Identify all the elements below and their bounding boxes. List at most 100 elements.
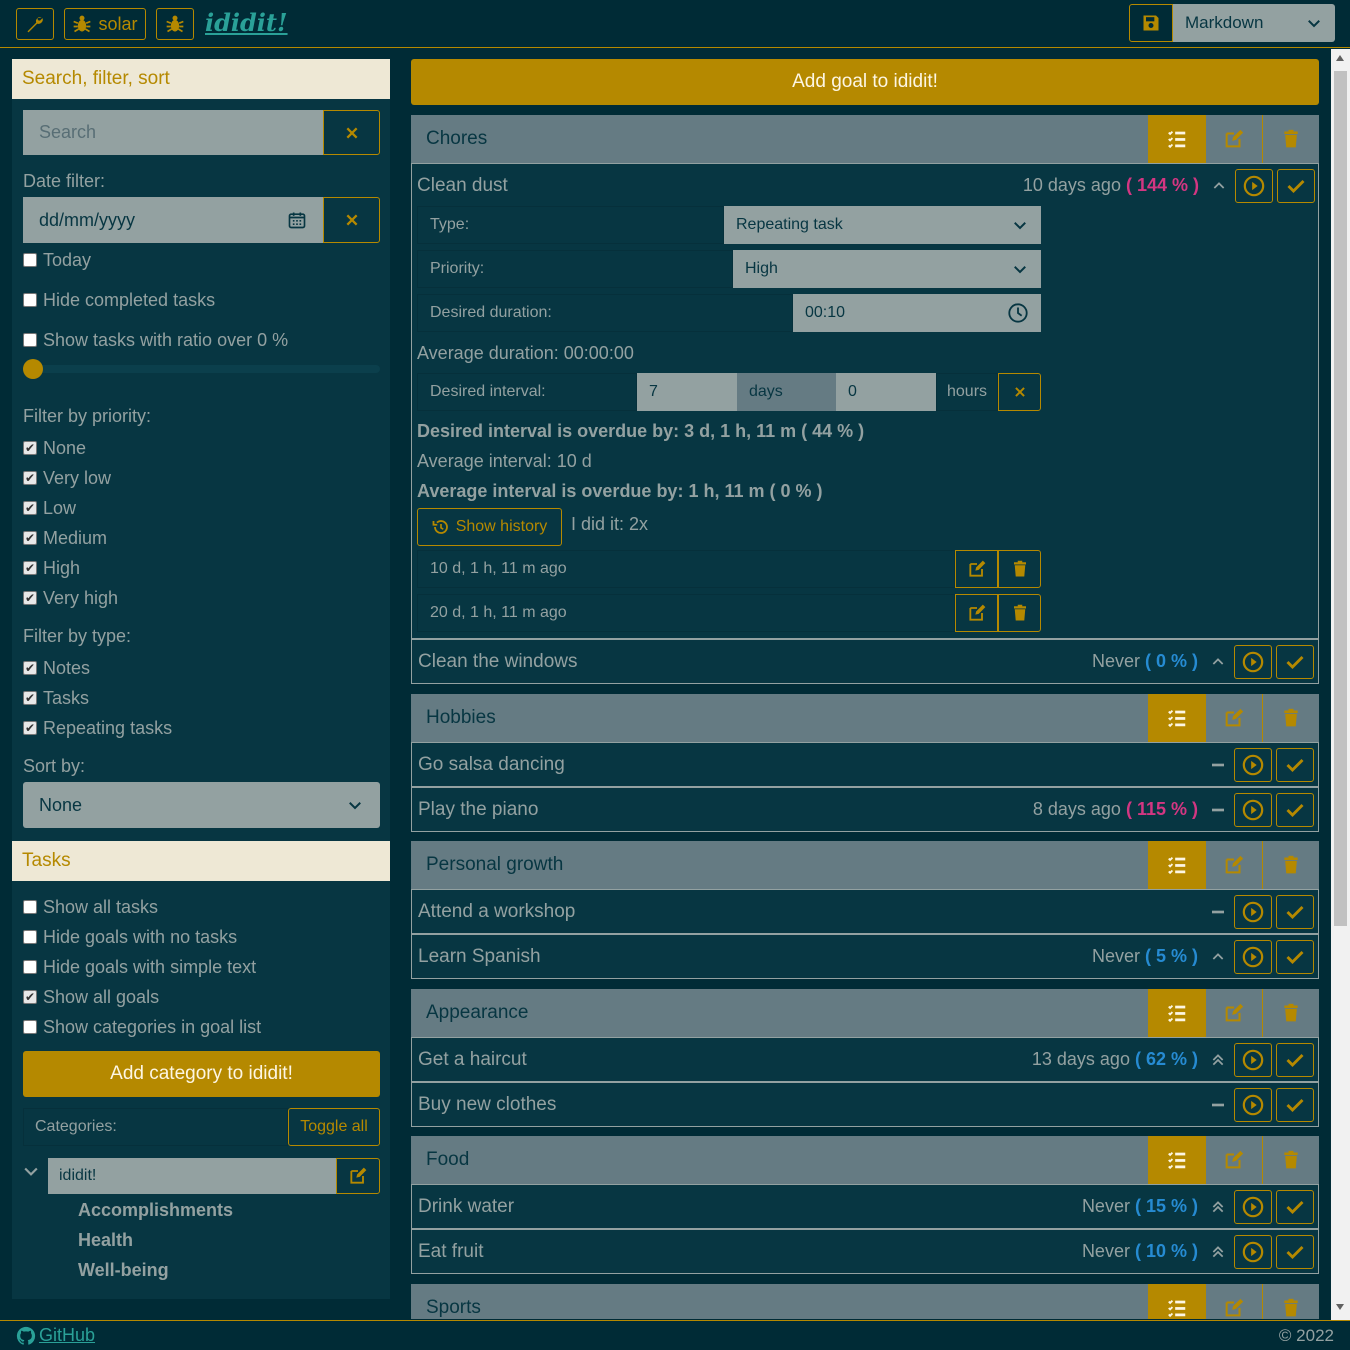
- goal-row-clean-windows[interactable]: Clean the windows Never ( 0 % ): [411, 639, 1319, 684]
- search-input[interactable]: Search: [23, 110, 323, 155]
- goal-row-water[interactable]: Drink water Never ( 15 % ): [411, 1184, 1319, 1229]
- edit-category-button[interactable]: [1205, 989, 1262, 1037]
- goal-row-workshop[interactable]: Attend a workshop: [411, 889, 1319, 934]
- done-button[interactable]: [1276, 1042, 1314, 1077]
- checkbox-box[interactable]: [23, 1020, 37, 1034]
- goal-title[interactable]: Buy new clothes: [418, 1094, 1206, 1116]
- date-filter-input[interactable]: dd/mm/yyyy: [23, 197, 323, 243]
- goal-title[interactable]: Play the piano: [418, 799, 1033, 821]
- goal-title[interactable]: Get a haircut: [418, 1049, 1032, 1071]
- goal-row-haircut[interactable]: Get a haircut 13 days ago ( 62 % ): [411, 1037, 1319, 1082]
- ratio-slider[interactable]: [23, 359, 380, 379]
- delete-category-button[interactable]: [1262, 694, 1319, 742]
- checkbox-box[interactable]: [23, 960, 37, 974]
- done-button[interactable]: [1276, 1087, 1314, 1122]
- delete-category-button[interactable]: [1262, 1136, 1319, 1184]
- ratio-slider-thumb[interactable]: [23, 359, 43, 379]
- priority-checkbox[interactable]: ✔ Very low: [23, 467, 111, 489]
- priority-checkbox[interactable]: ✔ Very high: [23, 587, 118, 609]
- start-button[interactable]: [1234, 939, 1272, 974]
- checkbox-box[interactable]: ✔: [23, 471, 37, 485]
- edit-history-button[interactable]: [955, 594, 998, 632]
- edit-history-button[interactable]: [955, 550, 998, 588]
- duration-input[interactable]: 00:10: [793, 294, 1041, 332]
- goal-row-clean-dust[interactable]: Clean dust 10 days ago ( 144 % ): [411, 163, 1319, 208]
- toggle-tasks-button[interactable]: [1148, 1136, 1205, 1184]
- start-button[interactable]: [1234, 644, 1272, 679]
- checkbox-box[interactable]: ✔: [23, 721, 37, 735]
- priority-select[interactable]: High: [733, 250, 1041, 288]
- edit-category-button[interactable]: [1205, 115, 1262, 163]
- edit-category-button[interactable]: [1205, 1284, 1262, 1319]
- goal-row-clothes[interactable]: Buy new clothes: [411, 1082, 1319, 1127]
- goal-title[interactable]: Clean dust: [417, 175, 1023, 197]
- chevron-up-icon[interactable]: [1206, 949, 1230, 965]
- add-category-button[interactable]: Add category to ididit!: [23, 1051, 380, 1097]
- add-goal-button[interactable]: Add goal to ididit!: [411, 59, 1319, 105]
- interval-days-input[interactable]: 7: [637, 373, 737, 411]
- checkbox-box[interactable]: ✔: [23, 501, 37, 515]
- toggle-tasks-button[interactable]: [1148, 694, 1205, 742]
- delete-category-button[interactable]: [1262, 841, 1319, 889]
- priority-checkbox[interactable]: ✔ Medium: [23, 527, 107, 549]
- checkbox-box[interactable]: ✔: [23, 531, 37, 545]
- hide-completed-checkbox[interactable]: Hide completed tasks: [23, 289, 215, 311]
- delete-category-button[interactable]: [1262, 115, 1319, 163]
- edit-category-button[interactable]: [1205, 1136, 1262, 1184]
- goal-row-spanish[interactable]: Learn Spanish Never ( 5 % ): [411, 934, 1319, 979]
- github-link[interactable]: GitHub: [16, 1325, 95, 1346]
- done-button[interactable]: [1276, 792, 1314, 827]
- delete-category-button[interactable]: [1262, 989, 1319, 1037]
- chevron-up-icon[interactable]: [1206, 654, 1230, 670]
- clear-date-button[interactable]: [323, 197, 380, 243]
- done-button[interactable]: [1276, 939, 1314, 974]
- checkbox-box[interactable]: [23, 930, 37, 944]
- goal-title[interactable]: Drink water: [418, 1196, 1082, 1218]
- save-button[interactable]: [1129, 4, 1173, 42]
- priority-checkbox[interactable]: ✔ None: [23, 437, 86, 459]
- task-option-checkbox[interactable]: ✔ Show all goals: [23, 986, 159, 1008]
- done-button[interactable]: [1276, 747, 1314, 782]
- task-option-checkbox[interactable]: Show all tasks: [23, 896, 158, 918]
- checkbox-box[interactable]: [23, 253, 37, 267]
- debug-button[interactable]: [156, 8, 194, 40]
- toggle-tasks-button[interactable]: [1148, 1284, 1205, 1319]
- checkbox-box[interactable]: ✔: [23, 661, 37, 675]
- start-button[interactable]: [1234, 792, 1272, 827]
- solar-theme-button[interactable]: solar: [64, 8, 146, 40]
- start-button[interactable]: [1234, 1234, 1272, 1269]
- wrench-button[interactable]: [16, 8, 54, 40]
- toggle-all-button[interactable]: Toggle all: [288, 1108, 380, 1146]
- clear-interval-button[interactable]: [998, 373, 1041, 411]
- scroll-up-arrow[interactable]: [1336, 55, 1344, 61]
- edit-category-button[interactable]: [1205, 694, 1262, 742]
- goal-title[interactable]: Learn Spanish: [418, 946, 1092, 968]
- priority-checkbox[interactable]: ✔ Low: [23, 497, 76, 519]
- toggle-tasks-button[interactable]: [1148, 989, 1205, 1037]
- chevron-up-icon[interactable]: [1207, 178, 1231, 194]
- delete-history-button[interactable]: [998, 594, 1041, 632]
- task-option-checkbox[interactable]: Hide goals with no tasks: [23, 926, 237, 948]
- checkbox-box[interactable]: [23, 333, 37, 347]
- done-button[interactable]: [1276, 644, 1314, 679]
- github-label[interactable]: GitHub: [39, 1325, 95, 1346]
- category-item[interactable]: Health: [78, 1230, 133, 1251]
- checkbox-box[interactable]: ✔: [23, 990, 37, 1004]
- delete-category-button[interactable]: [1262, 1284, 1319, 1319]
- interval-hours-input[interactable]: 0: [836, 373, 936, 411]
- type-checkbox[interactable]: ✔ Notes: [23, 657, 90, 679]
- goal-title[interactable]: Clean the windows: [418, 651, 1092, 673]
- done-button[interactable]: [1277, 168, 1315, 203]
- edit-root-category-button[interactable]: [336, 1158, 380, 1194]
- export-format-select[interactable]: Markdown: [1173, 4, 1335, 42]
- ratio-checkbox[interactable]: Show tasks with ratio over 0 %: [23, 329, 288, 351]
- clear-search-button[interactable]: [323, 110, 380, 155]
- type-checkbox[interactable]: ✔ Repeating tasks: [23, 717, 172, 739]
- priority-checkbox[interactable]: ✔ High: [23, 557, 80, 579]
- scrollbar[interactable]: [1331, 49, 1350, 1320]
- start-button[interactable]: [1234, 747, 1272, 782]
- type-checkbox[interactable]: ✔ Tasks: [23, 687, 89, 709]
- today-checkbox[interactable]: Today: [23, 249, 91, 271]
- root-category-input[interactable]: ididit!: [48, 1158, 336, 1194]
- goal-title[interactable]: Eat fruit: [418, 1241, 1082, 1263]
